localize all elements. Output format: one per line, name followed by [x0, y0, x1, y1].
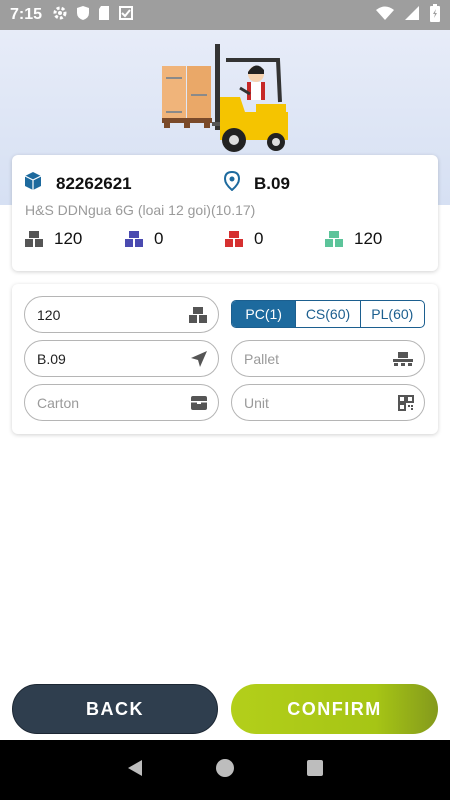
stack-boxes-icon [325, 231, 343, 247]
product-location: B.09 [254, 173, 290, 193]
status-time: 7:15 [10, 6, 43, 23]
unit-option-pl[interactable]: PL(60) [361, 301, 424, 327]
input-form-card: 120 PC(1) CS(60) PL(60) B.09 Pallet Cart… [12, 284, 438, 434]
system-nav-bar [0, 740, 450, 800]
qty-total: 120 [24, 229, 82, 249]
unit-selector: PC(1) CS(60) PL(60) [231, 300, 425, 328]
recents-square-icon[interactable] [305, 758, 325, 783]
stack-boxes-icon [188, 306, 208, 324]
home-circle-icon[interactable] [215, 758, 235, 783]
battery-icon [430, 3, 440, 27]
carton-placeholder: Carton [37, 394, 80, 411]
forklift-illustration [162, 44, 288, 152]
product-description: H&S DDNgua 6G (loai 12 goi)(10.17) [25, 202, 256, 218]
stack-boxes-icon [25, 231, 43, 247]
stack-boxes-icon [225, 231, 243, 247]
quantity-field[interactable]: 120 [24, 296, 219, 333]
stack-boxes-icon [125, 231, 143, 247]
unit-option-cs[interactable]: CS(60) [296, 301, 361, 327]
qty-total-value: 120 [54, 229, 83, 248]
product-info-card: 82262621 B.09 H&S DDNgua 6G (loai 12 goi… [12, 155, 438, 271]
qty-red-value: 0 [254, 229, 264, 248]
pallet-placeholder: Pallet [244, 350, 280, 367]
qty-green: 120 [324, 229, 382, 249]
gear-icon [52, 5, 68, 26]
location-field[interactable]: B.09 [24, 340, 219, 377]
back-triangle-icon[interactable] [125, 758, 145, 783]
product-code: 82262621 [56, 173, 132, 193]
wifi-icon [376, 6, 394, 25]
pallet-field[interactable]: Pallet [231, 340, 425, 377]
qty-red: 0 [224, 229, 263, 249]
status-bar: 7:15 [0, 0, 450, 30]
pallet-icon [392, 351, 414, 367]
location-value: B.09 [37, 350, 66, 367]
unit-placeholder: Unit [244, 394, 269, 411]
carton-field[interactable]: Carton [24, 384, 219, 421]
shield-icon [76, 5, 90, 26]
confirm-button[interactable]: CONFIRM [231, 684, 438, 734]
cell-signal-icon [404, 5, 420, 26]
signal-check-icon [118, 5, 134, 26]
box-icon [24, 171, 42, 196]
quantity-value: 120 [37, 306, 61, 323]
qty-green-value: 120 [354, 229, 383, 248]
navigation-arrow-icon[interactable] [190, 350, 208, 368]
unit-option-pc[interactable]: PC(1) [232, 301, 297, 327]
sd-card-icon [98, 5, 110, 26]
qr-code-icon[interactable] [398, 394, 414, 411]
qty-blue: 0 [124, 229, 163, 249]
back-button[interactable]: BACK [12, 684, 218, 734]
unit-field[interactable]: Unit [231, 384, 425, 421]
carton-icon [190, 395, 208, 411]
qty-blue-value: 0 [154, 229, 164, 248]
location-pin-icon [223, 170, 241, 196]
